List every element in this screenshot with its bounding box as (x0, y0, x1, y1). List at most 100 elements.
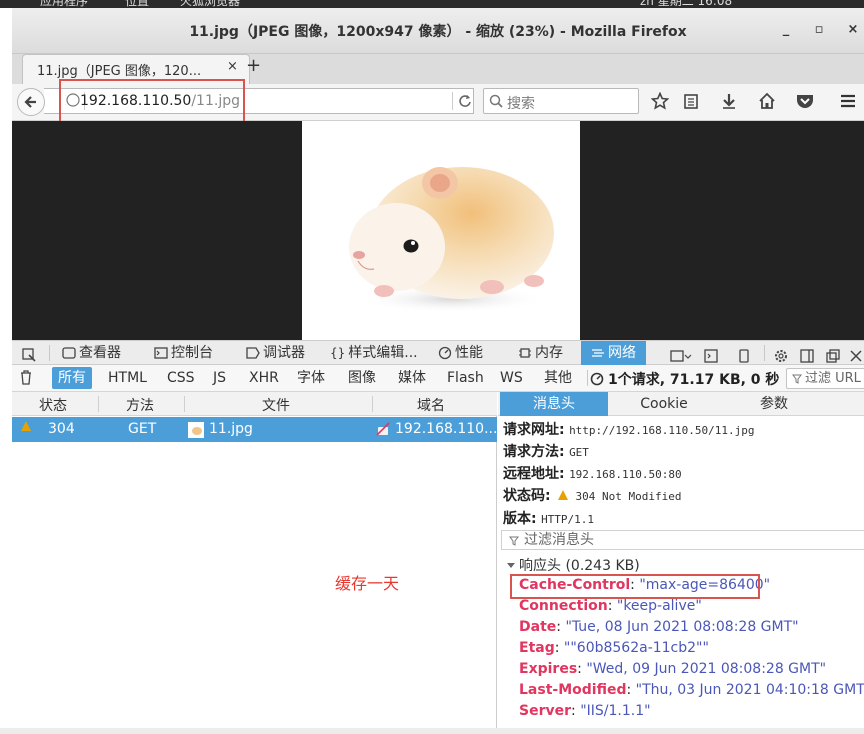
memory-icon (518, 347, 532, 359)
insecure-connection-icon (376, 422, 390, 436)
reading-list-icon[interactable] (682, 92, 702, 112)
filter-headers-placeholder: 过滤消息头 (524, 532, 594, 548)
filter-urls-input[interactable]: 过滤 URL (786, 368, 864, 389)
tab-network[interactable]: 网络 (581, 341, 646, 365)
inspector-icon (62, 347, 76, 359)
response-headers-toggle[interactable]: 响应头 (0.243 KB) (506, 555, 640, 575)
header-value: "Thu, 03 Jun 2021 04:10:18 GMT" (635, 682, 864, 698)
url-separator-right (452, 92, 453, 110)
tab-memory[interactable]: 内存 (518, 341, 563, 365)
column-method[interactable]: 方法 (126, 395, 154, 415)
responsive-mode-icon[interactable] (670, 341, 695, 365)
pocket-icon[interactable] (795, 92, 815, 112)
firefox-menu[interactable]: 火狐浏览器 (180, 0, 240, 8)
filter-other[interactable]: 其他 (538, 367, 578, 389)
cache-control-highlight-box (510, 574, 760, 599)
new-tab-icon[interactable]: + (246, 55, 261, 76)
filter-headers-input[interactable]: 过滤消息头 (501, 530, 864, 550)
column-domain[interactable]: 域名 (417, 395, 445, 415)
request-url-value: http://192.168.110.50/11.jpg (569, 424, 755, 437)
separate-window-icon[interactable] (826, 341, 843, 365)
filter-images[interactable]: 图像 (342, 367, 382, 389)
column-status[interactable]: 状态 (39, 395, 67, 415)
column-file[interactable]: 文件 (262, 395, 290, 415)
console-icon (154, 347, 168, 359)
row-domain: 192.168.110... (395, 421, 498, 437)
filter-css[interactable]: CSS (161, 367, 201, 389)
tab-close-icon[interactable]: × (227, 59, 238, 74)
header-row: Last-Modified: "Thu, 03 Jun 2021 04:10:1… (519, 682, 864, 698)
window-title: 11.jpg（JPEG 图像，1200x947 像素） - 缩放 (23%) -… (189, 24, 687, 40)
scratchpad-icon[interactable] (704, 341, 721, 365)
details-tabs: 消息头 Cookie 参数 (498, 392, 864, 416)
tab-inspector[interactable]: 查看器 (62, 341, 121, 365)
tab-console[interactable]: 控制台 (154, 341, 213, 365)
tab-style-editor[interactable]: {} 样式编辑... (330, 341, 418, 365)
header-key: Date (519, 619, 557, 635)
hamburger-menu-icon[interactable] (839, 92, 859, 112)
filter-html[interactable]: HTML (102, 367, 153, 389)
filter-fonts[interactable]: 字体 (291, 367, 331, 389)
horizontal-scrollbar[interactable] (0, 728, 864, 734)
filter-ws[interactable]: WS (494, 367, 529, 389)
filter-all[interactable]: 所有 (52, 367, 92, 389)
performance-icon (438, 346, 452, 360)
content-viewport (12, 121, 864, 340)
tab-style-editor-label: 样式编辑... (348, 345, 418, 361)
toolbar-separator (49, 345, 50, 361)
table-row[interactable]: 304 GET 11.jpg 192.168.110... (12, 417, 497, 442)
request-method-row: 请求方法: GET (503, 441, 589, 461)
maximize-button[interactable]: ▫ (809, 20, 829, 40)
request-summary-text: 1个请求, 71.17 KB, 0 秒 (608, 372, 780, 388)
home-icon[interactable] (758, 92, 778, 112)
bookmark-star-icon[interactable] (651, 92, 671, 112)
hamster-image[interactable] (302, 121, 580, 340)
header-value: "IIS/1.1.1" (580, 703, 651, 719)
close-devtools-icon[interactable] (850, 341, 864, 365)
tab-params[interactable]: 参数 (720, 392, 828, 416)
url-highlight-box (59, 79, 245, 124)
request-method-value: GET (569, 446, 589, 459)
search-bar[interactable]: 搜索 (483, 88, 639, 114)
tab-performance-label: 性能 (455, 345, 483, 361)
tab-performance[interactable]: 性能 (438, 341, 483, 365)
dock-side-icon[interactable] (800, 341, 817, 365)
status-code-value: 304 Not Modified (575, 490, 682, 503)
tab-debugger[interactable]: 调试器 (246, 341, 305, 365)
header-key: Etag (519, 640, 555, 656)
row-file: 11.jpg (209, 421, 253, 437)
version-label: 版本: (503, 511, 537, 527)
row-status: 304 (48, 421, 75, 437)
filter-media[interactable]: 媒体 (392, 367, 432, 389)
minimize-button[interactable]: _ (776, 20, 796, 40)
tab-memory-label: 内存 (535, 345, 563, 361)
header-key: Connection (519, 598, 608, 614)
settings-gear-icon[interactable] (774, 341, 791, 365)
image-thumbnail-icon (188, 422, 204, 438)
phone-frame-icon[interactable] (738, 341, 753, 365)
filter-js[interactable]: JS (207, 367, 232, 389)
tab-debugger-label: 调试器 (263, 345, 305, 361)
close-window-button[interactable]: × (843, 20, 863, 40)
column-divider (184, 396, 185, 412)
reload-icon[interactable] (458, 94, 472, 108)
pick-element-icon[interactable] (21, 341, 40, 365)
trash-icon[interactable] (19, 369, 33, 391)
applications-menu[interactable]: 应用程序 (40, 0, 88, 8)
filter-xhr[interactable]: XHR (243, 367, 285, 389)
tab-cookie[interactable]: Cookie (610, 392, 718, 416)
filter-flash[interactable]: Flash (441, 367, 490, 389)
debugger-icon (246, 347, 260, 359)
version-value: HTTP/1.1 (541, 513, 595, 526)
devtools-toolbar: 查看器 控制台 调试器 {} 样式编辑... 性能 内存 网络 (12, 340, 864, 365)
back-arrow-icon (24, 96, 36, 108)
remote-address-row: 远程地址: 192.168.110.50:80 (503, 463, 682, 483)
tab-inspector-label: 查看器 (79, 345, 121, 361)
warning-icon (558, 490, 569, 500)
tab-headers[interactable]: 消息头 (500, 392, 608, 416)
system-top-bar: 应用程序 位置 火狐浏览器 zh 星期二 16:08 (0, 0, 864, 8)
download-icon[interactable] (720, 92, 740, 112)
back-button[interactable] (17, 88, 45, 116)
header-row: Date: "Tue, 08 Jun 2021 08:08:28 GMT" (519, 619, 799, 635)
places-menu[interactable]: 位置 (125, 0, 149, 8)
